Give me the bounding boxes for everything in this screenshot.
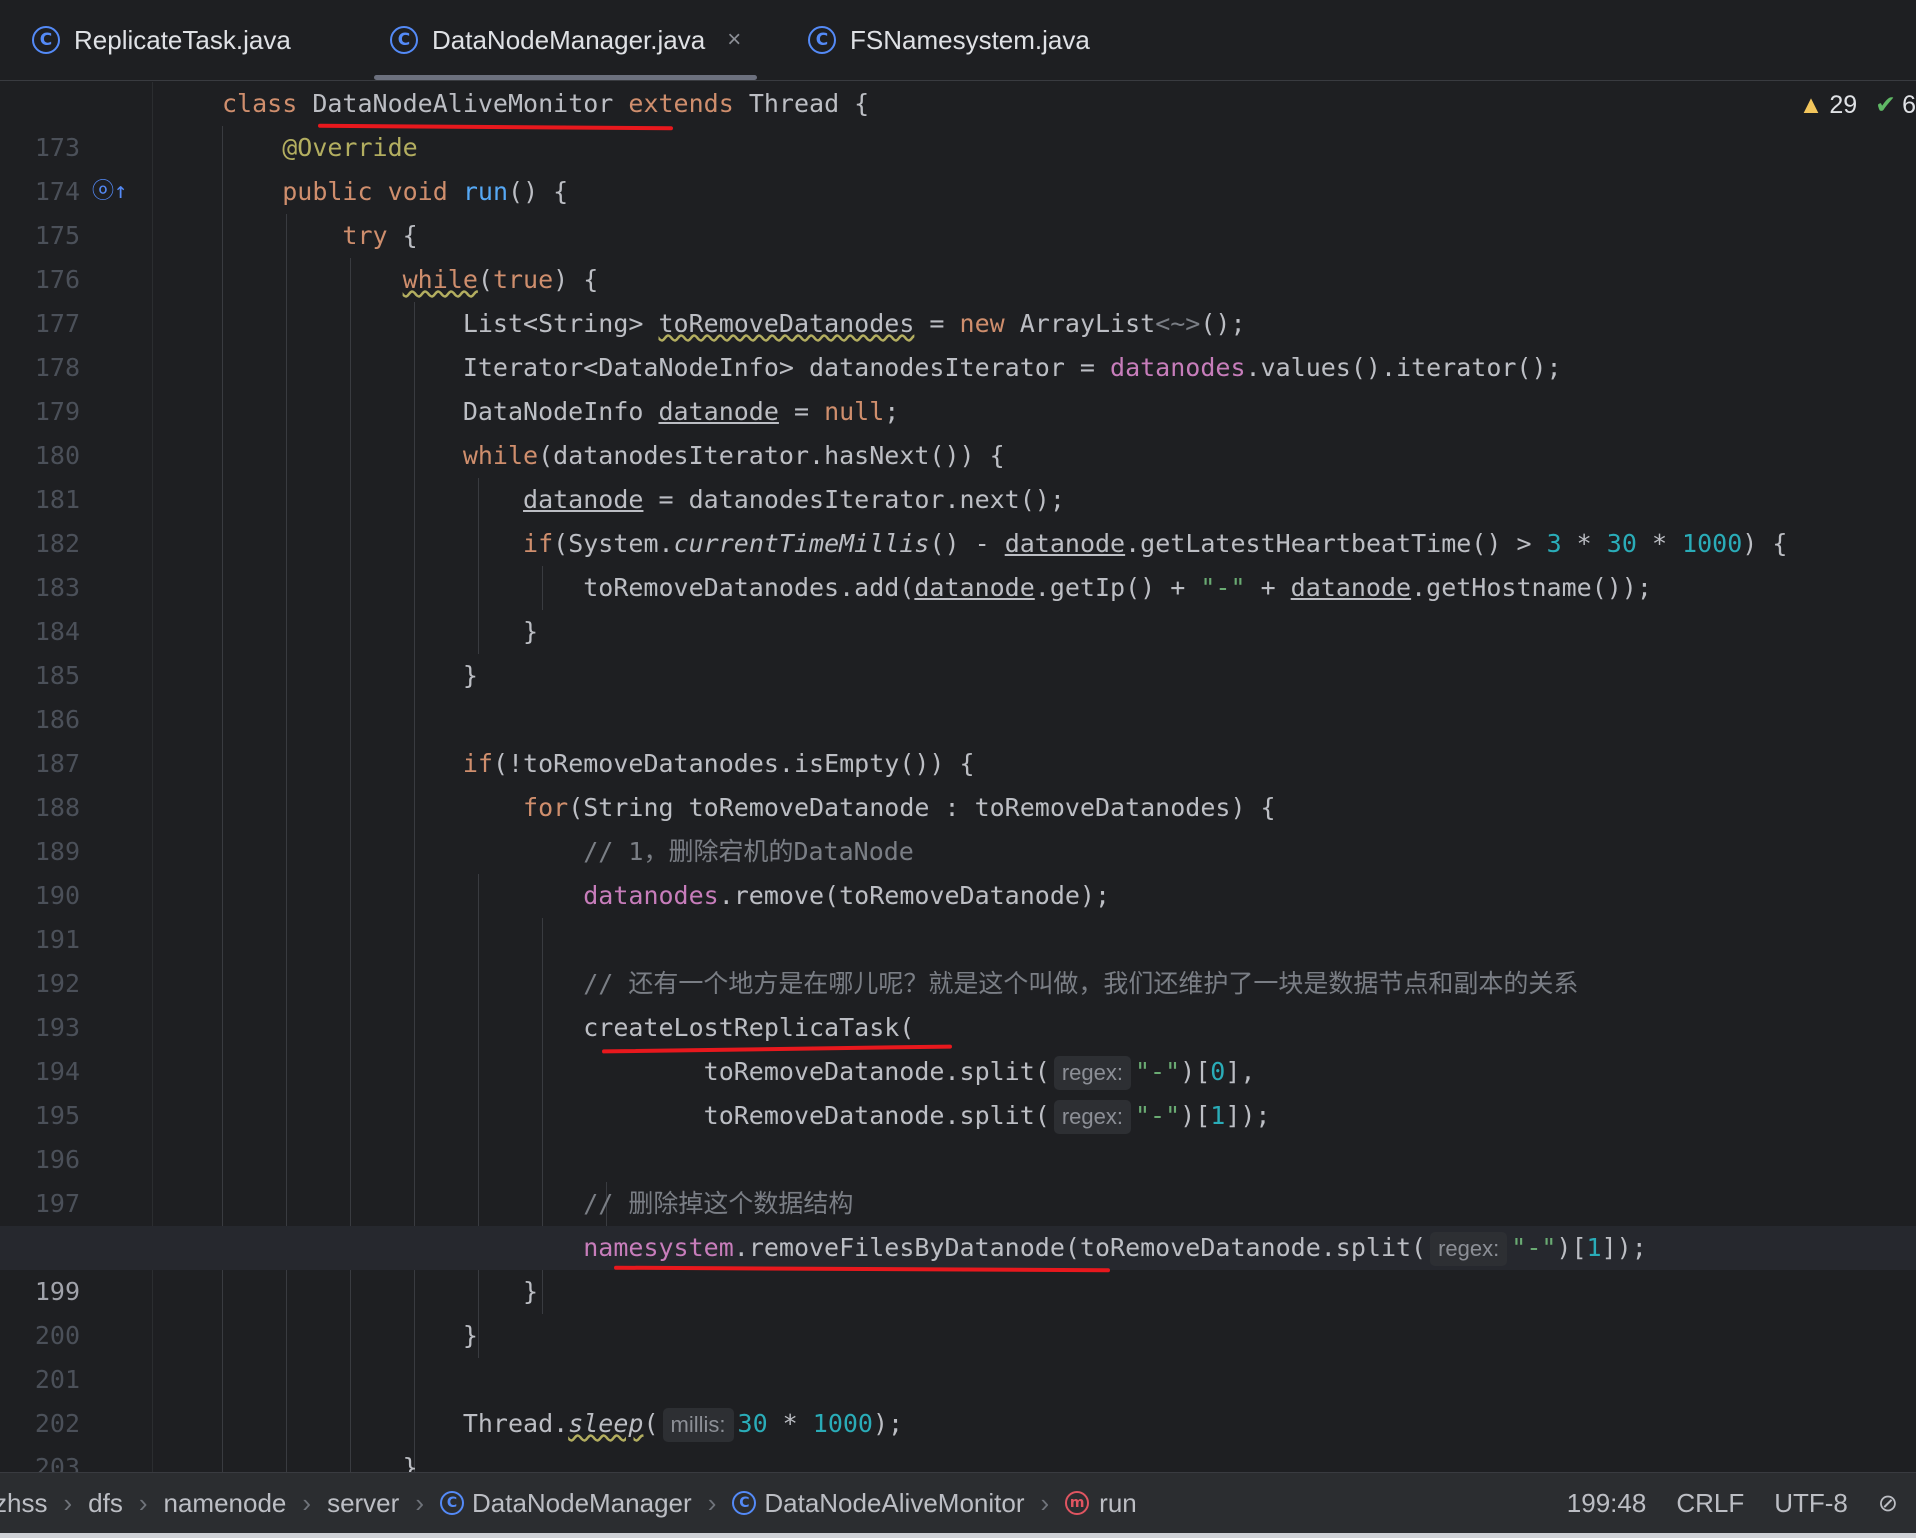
chevron-right-icon: › <box>707 1487 717 1518</box>
code-line-current: 199 namesystem.removeFilesByDatanode(toR… <box>0 1226 1916 1306</box>
code-line: 175 ⓞ↑ public void run() { <box>0 170 1916 250</box>
class-icon: C <box>390 26 418 54</box>
chevron-right-icon: › <box>63 1487 73 1518</box>
code-line: 189 for(String toRemoveDatanode : toRemo… <box>34 793 1276 866</box>
code-line: 174 @Override <box>34 133 418 206</box>
class-icon: C <box>732 1491 757 1515</box>
code-line: 193 // 还有一个地方是在哪儿呢？就是这个叫做，我们还维护了一块是数据节点和… <box>34 969 1579 1042</box>
breadcrumb-item[interactable]: DataNodeManager <box>472 1488 692 1519</box>
line-ending[interactable]: CRLF <box>1676 1488 1744 1519</box>
close-icon[interactable]: × <box>727 26 741 54</box>
class-icon: C <box>808 26 836 54</box>
chevron-right-icon: › <box>415 1487 424 1518</box>
chevron-right-icon: › <box>1040 1487 1050 1518</box>
tab-label: ReplicateTask.java <box>74 24 291 55</box>
status-widgets: 199:48 CRLF UTF-8 ⊘ <box>1537 1488 1916 1519</box>
code-line: 184 toRemoveDatanodes.add(datanode.getIp… <box>34 573 1652 646</box>
file-encoding[interactable]: UTF-8 <box>1774 1488 1848 1519</box>
class-icon: C <box>439 1491 464 1515</box>
code-comment: // 删除掉这个数据结构 <box>583 1189 854 1218</box>
breadcrumb-item[interactable]: run <box>1099 1488 1137 1519</box>
status-bar: zhss › dfs › namenode › server › C DataN… <box>0 1472 1916 1533</box>
code-line: 194 createLostReplicaTask( <box>34 1013 915 1086</box>
breadcrumb-item[interactable]: zhss <box>0 1488 47 1519</box>
code-line: 182 datanode = datanodesIterator.next(); <box>34 485 1065 558</box>
code-line: 178 List<String> toRemoveDatanodes = new… <box>34 309 1246 382</box>
code-line: 173 class DataNodeAliveMonitor extends T… <box>34 89 870 162</box>
chevron-right-icon: › <box>138 1487 148 1518</box>
code-line: 179 Iterator<DataNodeInfo> datanodesIter… <box>34 353 1562 426</box>
caret-position[interactable]: 199:48 <box>1567 1488 1647 1519</box>
code-line: 176 try { <box>34 221 418 294</box>
code-line: 188 if(!toRemoveDatanodes.isEmpty()) { <box>34 749 975 822</box>
code-editor[interactable]: 173 class DataNodeAliveMonitor extends T… <box>0 82 1916 1472</box>
override-gutter-icon[interactable]: ⓞ↑ <box>92 170 127 214</box>
code-line: 180 DataNodeInfo datanode = null; <box>34 397 900 470</box>
tab-datanode-manager[interactable]: C DataNodeManager.java × <box>373 0 758 80</box>
code-line: 201 } <box>34 1321 478 1394</box>
ok-count: 6 <box>1902 90 1916 119</box>
warning-count: 29 <box>1829 90 1858 119</box>
breadcrumb-item[interactable]: DataNodeAliveMonitor <box>764 1488 1024 1519</box>
breadcrumb-item[interactable]: server <box>327 1488 399 1519</box>
code-line: 185 } <box>34 617 539 690</box>
code-line: 202 <box>34 1409 80 1438</box>
param-hint: millis: <box>662 1408 734 1442</box>
tab-fsnamesystem[interactable]: C FSNamesystem.java <box>808 0 1090 80</box>
breadcrumb: zhss › dfs › namenode › server › C DataN… <box>0 1488 1137 1519</box>
warning-icon: ▲ <box>1798 90 1824 119</box>
code-line: 186 } <box>34 661 478 734</box>
code-line: 198 // 删除掉这个数据结构 <box>0 1182 1916 1262</box>
code-comment: // 还有一个地方是在哪儿呢？就是这个叫做，我们还维护了一块是数据节点和副本的关… <box>583 969 1579 998</box>
code-line: 177 while(true) { <box>34 265 599 338</box>
breadcrumb-item[interactable]: dfs <box>88 1488 123 1519</box>
window-bottom-edge <box>0 1533 1916 1538</box>
code-comment: // 1，删除宕机的DataNode <box>583 837 914 866</box>
param-hint: regex: <box>1430 1232 1508 1266</box>
breadcrumb-item[interactable]: namenode <box>164 1488 287 1519</box>
param-hint: regex: <box>1053 1100 1131 1134</box>
code-line: 187 <box>34 749 80 778</box>
code-line: 192 <box>34 969 80 998</box>
problems-indicator[interactable]: ▲ 29 ✔ 6 <box>1799 90 1916 120</box>
code-line: 195 toRemoveDatanode.split(regex: "-")[0]… <box>34 1056 1256 1130</box>
code-line: 200 } <box>34 1277 539 1350</box>
code-line: 190 // 1，删除宕机的DataNode <box>34 837 914 910</box>
tab-replicate-task[interactable]: C ReplicateTask.java <box>32 0 291 80</box>
read-only-toggle-icon[interactable]: ⊘ <box>1878 1489 1898 1518</box>
tab-label: DataNodeManager.java <box>432 24 706 55</box>
code-line: 183 if(System.currentTimeMillis() - data… <box>34 529 1788 602</box>
editor-tab-bar: C ReplicateTask.java C DataNodeManager.j… <box>0 0 1916 81</box>
code-line: 197 <box>34 1189 80 1218</box>
method-icon: m <box>1065 1491 1090 1515</box>
code-line: 191 datanodes.remove(toRemoveDatanode); <box>34 881 1111 954</box>
code-line: 181 while(datanodesIterator.hasNext()) { <box>34 441 1005 514</box>
class-icon: C <box>32 26 60 54</box>
param-hint: regex: <box>1053 1056 1131 1090</box>
code-line: 196 toRemoveDatanode.split(regex: "-")[1]… <box>34 1100 1271 1174</box>
check-icon: ✔ <box>1875 91 1897 119</box>
code-line: 204 } <box>222 1453 418 1472</box>
code-line: 203 Thread.sleep(millis: 30 * 1000); <box>34 1408 904 1472</box>
tab-label: FSNamesystem.java <box>850 24 1090 55</box>
chevron-right-icon: › <box>302 1487 312 1518</box>
